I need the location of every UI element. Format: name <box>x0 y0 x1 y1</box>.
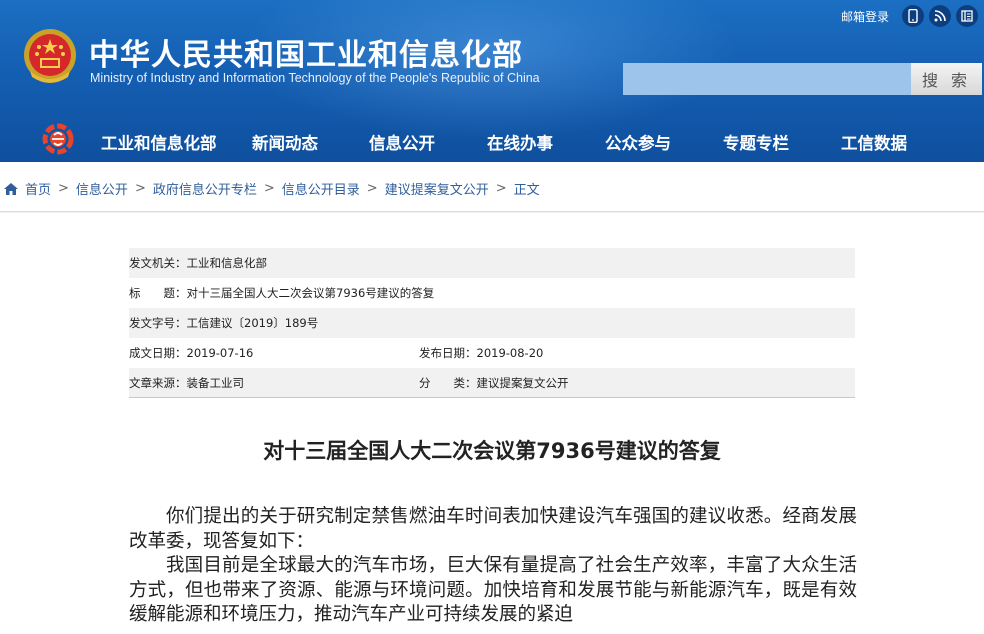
meta-row-doc-number: 发文字号：工信建议〔2019〕189号 <box>129 308 855 338</box>
main-nav: 工业和信息化部 新闻动态 信息公开 在线办事 公众参与 专题专栏 工信数据 <box>0 120 984 162</box>
breadcrumb-separator: > <box>58 181 69 196</box>
nav-item-ministry[interactable]: 工业和信息化部 <box>101 130 217 154</box>
site-header: 中华人民共和国工业和信息化部 Ministry of Industry and … <box>0 0 984 162</box>
breadcrumb-separator: > <box>495 181 507 196</box>
miit-logo-icon[interactable] <box>40 122 76 156</box>
breadcrumb-info-disclosure[interactable]: 信息公开 <box>76 179 128 198</box>
nav-item-public-participation[interactable]: 公众参与 <box>605 130 671 154</box>
nav-item-news[interactable]: 新闻动态 <box>252 130 318 154</box>
article-title: 对十三届全国人大二次会议第7936号建议的答复 <box>263 439 721 463</box>
nav-item-special-topics[interactable]: 专题专栏 <box>723 130 789 154</box>
breadcrumb-home[interactable]: 首页 <box>25 179 51 198</box>
breadcrumb-info-catalog[interactable]: 信息公开目录 <box>282 179 360 198</box>
document-meta-table: 发文机关：工业和信息化部 标 题：对十三届全国人大二次会议第7936号建议的答复… <box>129 248 855 398</box>
search-input[interactable] <box>623 63 911 95</box>
nav-item-data[interactable]: 工信数据 <box>841 130 907 154</box>
mobile-icon[interactable] <box>902 5 924 27</box>
search-button[interactable]: 搜 索 <box>911 63 982 95</box>
breadcrumb: 首页 > 信息公开 > 政府信息公开专栏 > 信息公开目录 > 建议提案复文公开… <box>3 179 540 198</box>
site-subtitle: Ministry of Industry and Information Tec… <box>90 71 540 85</box>
site-title[interactable]: 中华人民共和国工业和信息化部 <box>89 30 523 74</box>
meta-source: 文章来源：装备工业司 <box>129 375 244 390</box>
national-emblem-icon <box>24 29 76 83</box>
meta-row-issuer: 发文机关：工业和信息化部 <box>129 248 855 278</box>
breadcrumb-current: 正文 <box>513 183 540 198</box>
breadcrumb-separator: > <box>366 181 378 196</box>
meta-category: 分 类：建议提案复文公开 <box>419 375 569 390</box>
breadcrumb-gov-info-column[interactable]: 政府信息公开专栏 <box>153 179 257 198</box>
meta-issuer: 发文机关：工业和信息化部 <box>129 256 267 270</box>
meta-row-source: 文章来源：装备工业司 分 类：建议提案复文公开 <box>129 368 855 398</box>
breadcrumb-bar: 首页 > 信息公开 > 政府信息公开专栏 > 信息公开目录 > 建议提案复文公开… <box>0 162 984 212</box>
mail-login-link[interactable]: 邮箱登录 <box>841 8 889 25</box>
article-paragraph: 你们提出的关于研究制定禁售燃油车时间表加快建设汽车强国的建议收悉。经商发展改革委… <box>129 506 857 552</box>
meta-row-title: 标 题：对十三届全国人大二次会议第7936号建议的答复 <box>129 278 855 308</box>
breadcrumb-separator: > <box>263 181 275 196</box>
meta-row-dates: 成文日期：2019-07-16 发布日期：2019-08-20 <box>129 338 855 368</box>
breadcrumb-proposal-replies[interactable]: 建议提案复文公开 <box>385 179 489 198</box>
article-body: 你们提出的关于研究制定禁售燃油车时间表加快建设汽车强国的建议收悉。经商发展改革委… <box>129 505 857 628</box>
meta-created-date: 成文日期：2019-07-16 <box>129 346 254 360</box>
meta-doc-number: 发文字号：工信建议〔2019〕189号 <box>129 316 319 330</box>
rss-icon[interactable] <box>929 5 951 27</box>
meta-title: 标 题：对十三届全国人大二次会议第7936号建议的答复 <box>129 286 435 300</box>
content-panel: 发文机关：工业和信息化部 标 题：对十三届全国人大二次会议第7936号建议的答复… <box>0 213 984 634</box>
weibo-icon[interactable] <box>956 5 978 27</box>
nav-item-info-disclosure[interactable]: 信息公开 <box>369 130 435 154</box>
nav-item-online-services[interactable]: 在线办事 <box>487 130 553 154</box>
meta-published-date: 发布日期：2019-08-20 <box>419 346 544 360</box>
article-paragraph: 我国目前是全球最大的汽车市场，巨大保有量提高了社会生产效率，丰富了大众生活方式，… <box>129 555 857 625</box>
top-links: 邮箱登录 <box>841 5 978 27</box>
breadcrumb-separator: > <box>134 181 146 196</box>
home-icon[interactable] <box>3 182 19 196</box>
